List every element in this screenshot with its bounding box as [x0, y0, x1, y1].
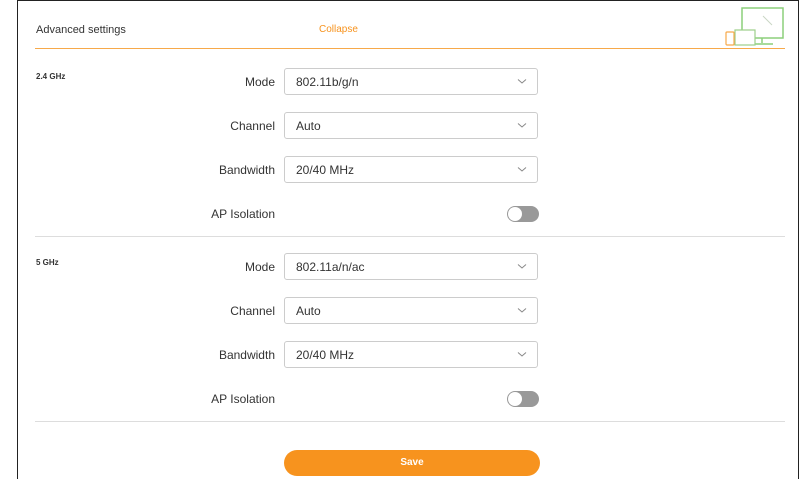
ap-isolation-toggle-2g[interactable]: [507, 206, 539, 222]
mode-label: Mode: [244, 75, 275, 89]
channel-value: Auto: [296, 304, 321, 318]
header-divider: [35, 48, 785, 49]
chevron-down-icon: [517, 123, 527, 128]
footer-divider: [35, 421, 785, 422]
bandwidth-value: 20/40 MHz: [296, 348, 355, 362]
mode-label: Mode: [244, 260, 275, 274]
channel-label: Channel: [230, 119, 275, 133]
ap-isolation-label: AP Isolation: [211, 392, 275, 406]
collapse-link[interactable]: Collapse: [319, 24, 358, 35]
channel-select-5g[interactable]: Auto: [284, 297, 538, 324]
devices-icon: [725, 7, 784, 46]
save-button[interactable]: Save: [284, 450, 540, 476]
bandwidth-label: Bandwidth: [218, 163, 275, 177]
bandwidth-select-5g[interactable]: 20/40 MHz: [284, 341, 538, 368]
band-divider: [35, 236, 785, 237]
bandwidth-select-2g[interactable]: 20/40 MHz: [284, 156, 538, 183]
bandwidth-label: Bandwidth: [218, 348, 275, 362]
mode-select-5g[interactable]: 802.11a/n/ac: [284, 253, 538, 280]
chevron-down-icon: [517, 167, 527, 172]
band-label-2g: 2.4 GHz: [36, 72, 66, 81]
mode-value: 802.11b/g/n: [296, 75, 359, 89]
ap-isolation-toggle-5g[interactable]: [507, 391, 539, 407]
channel-select-2g[interactable]: Auto: [284, 112, 538, 139]
mode-select-2g[interactable]: 802.11b/g/n: [284, 68, 538, 95]
band-label-5g: 5 GHz: [36, 258, 59, 267]
chevron-down-icon: [517, 264, 527, 269]
section-title: Advanced settings: [36, 24, 126, 36]
chevron-down-icon: [517, 352, 527, 357]
mode-value: 802.11a/n/ac: [296, 260, 365, 274]
chevron-down-icon: [517, 308, 527, 313]
toggle-knob: [508, 207, 522, 221]
toggle-knob: [508, 392, 522, 406]
bandwidth-value: 20/40 MHz: [296, 163, 355, 177]
chevron-down-icon: [517, 79, 527, 84]
ap-isolation-label: AP Isolation: [211, 207, 275, 221]
channel-value: Auto: [296, 119, 321, 133]
channel-label: Channel: [230, 304, 275, 318]
